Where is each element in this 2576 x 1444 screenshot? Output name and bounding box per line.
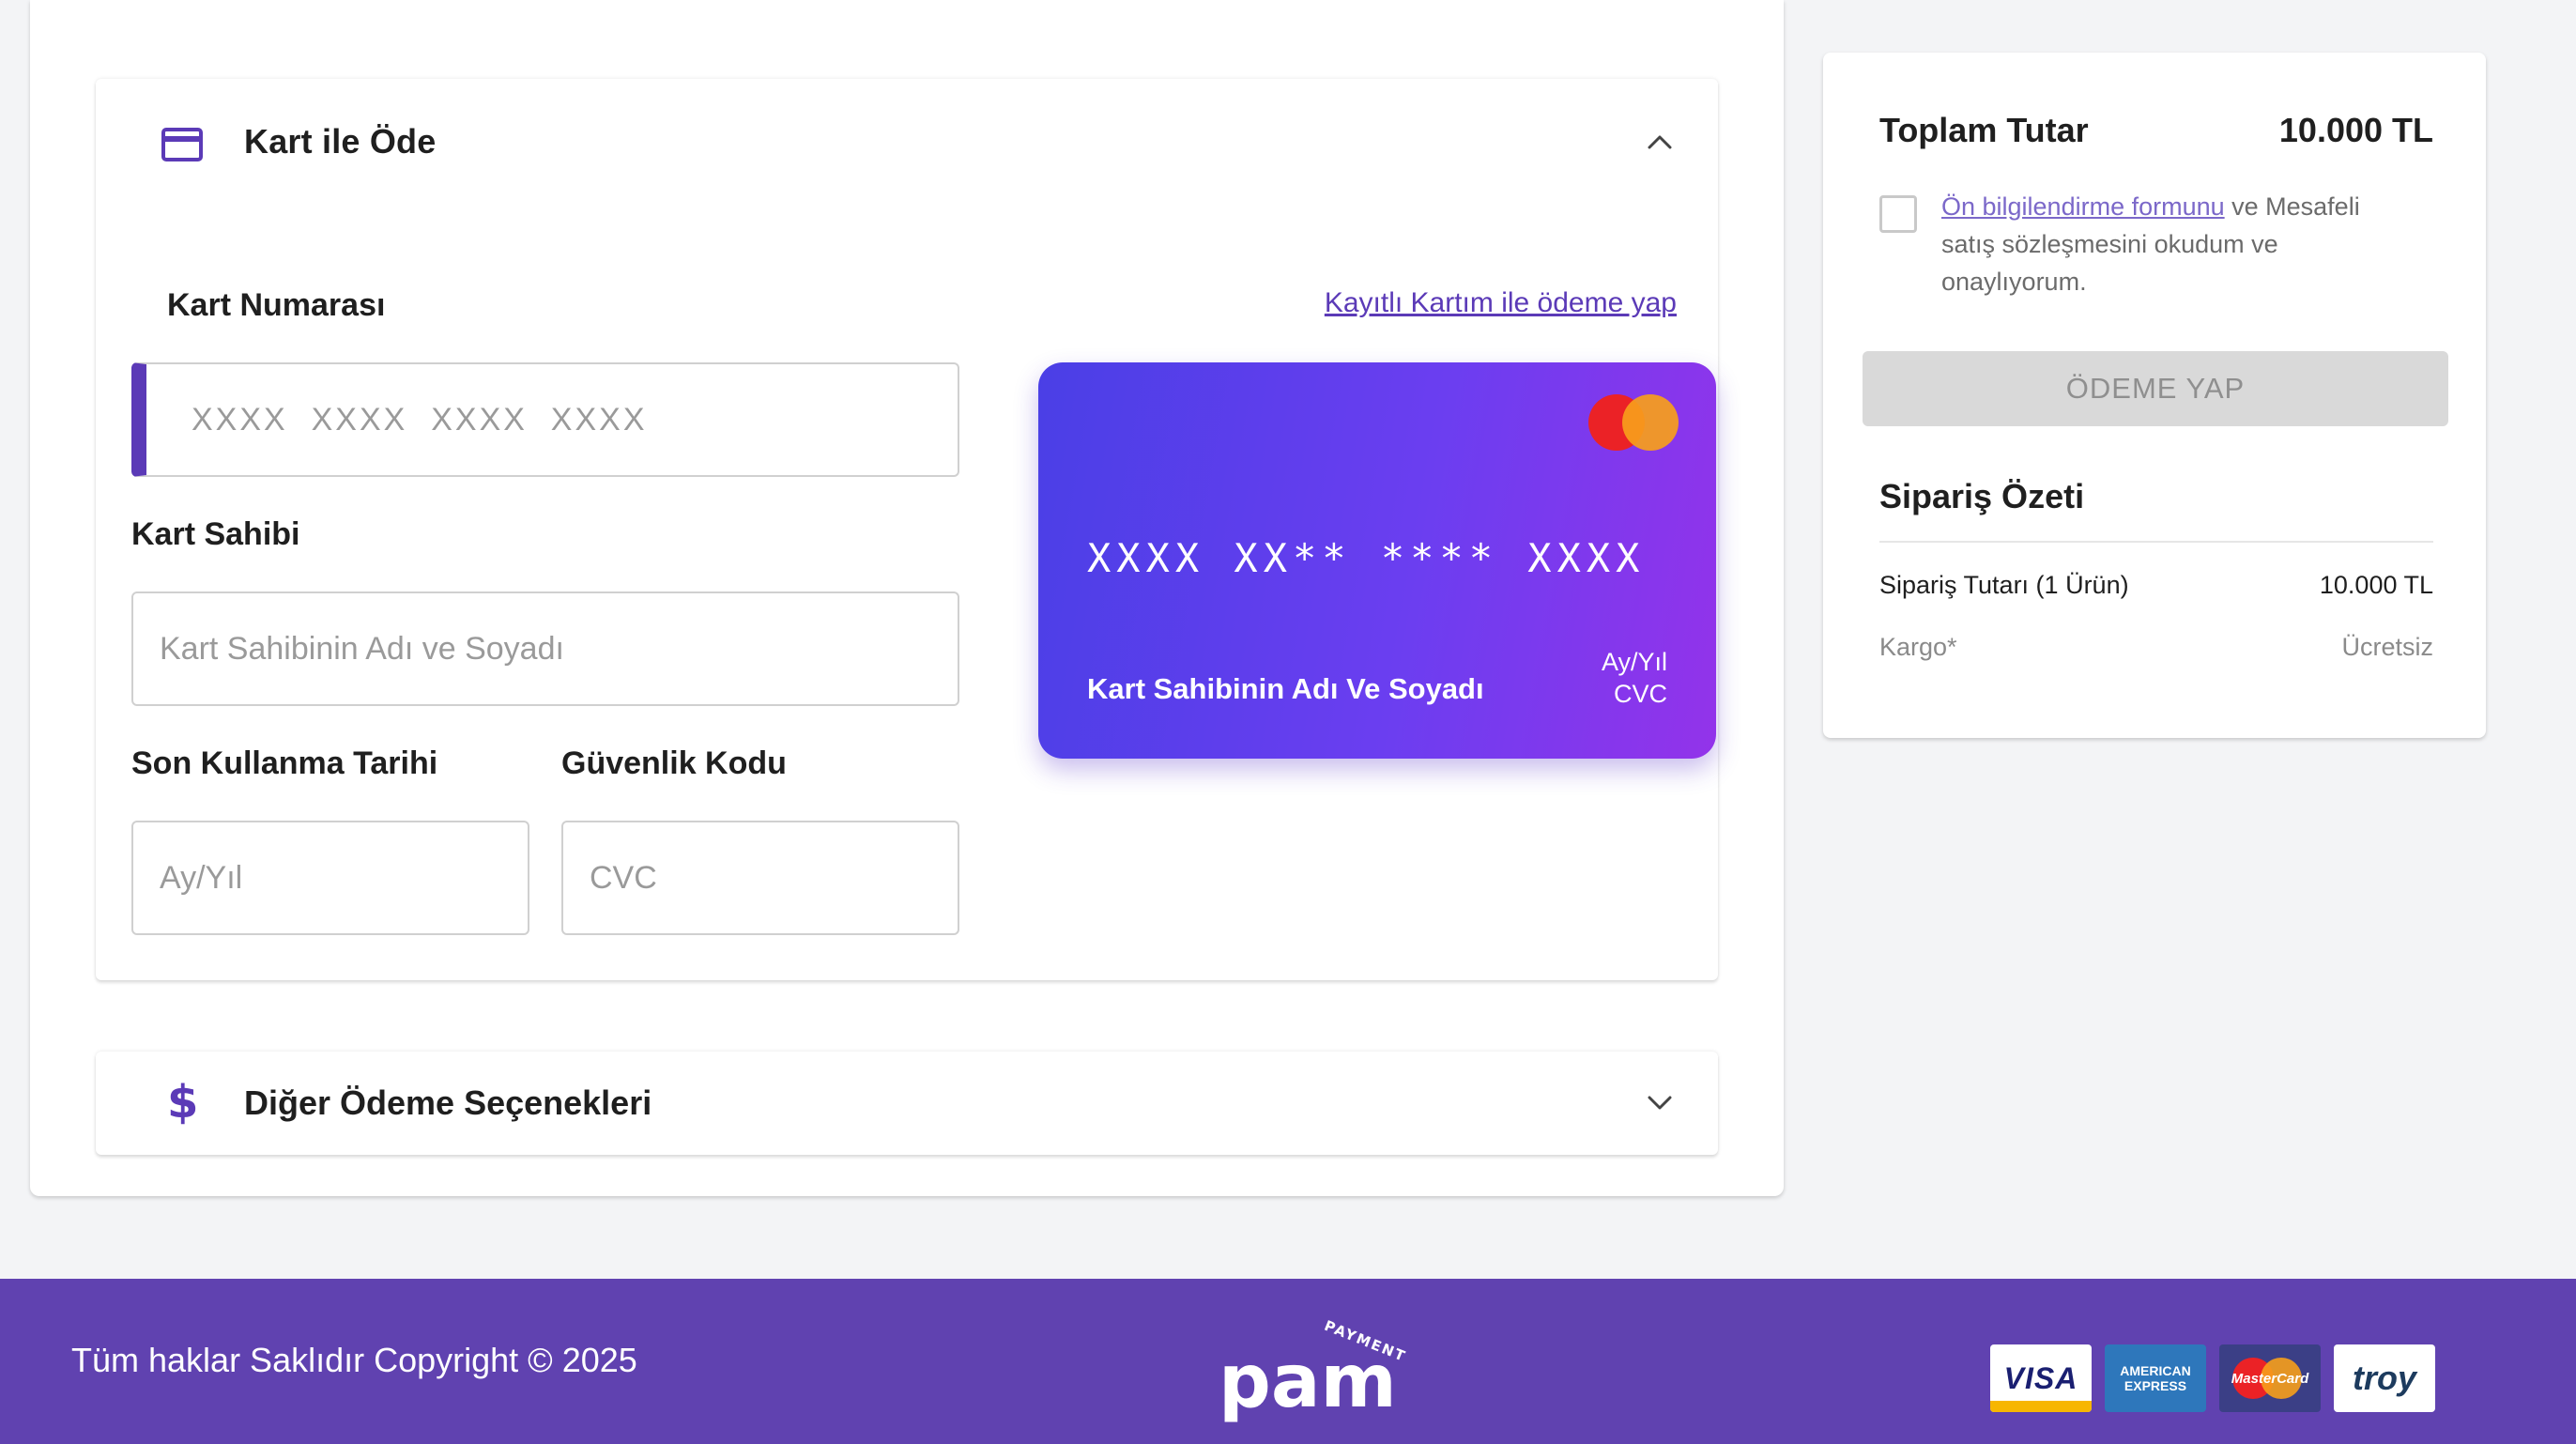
terms-text: Ön bilgilendirme formunu ve Mesafeli sat… — [1941, 188, 2411, 300]
order-amount-value: 10.000 TL — [2319, 571, 2433, 599]
credit-card-icon — [161, 128, 203, 161]
card-preview-expiry: Ay/Yıl — [1601, 648, 1667, 676]
payment-logos: VISA AMERICAN EXPRESS MasterCard troy — [1990, 1344, 2435, 1412]
total-label: Toplam Tutar — [1879, 111, 2089, 149]
card-holder-label: Kart Sahibi — [131, 516, 300, 552]
amex-icon: AMERICAN EXPRESS — [2105, 1344, 2206, 1412]
troy-icon: troy — [2334, 1344, 2435, 1412]
dollar-icon: $ — [167, 1076, 199, 1129]
other-payment-section[interactable]: $ Diğer Ödeme Seçenekleri — [96, 1052, 1718, 1155]
order-summary-title: Sipariş Özeti — [1879, 477, 2085, 515]
card-preview-holder: Kart Sahibinin Adı Ve Soyadı — [1087, 672, 1484, 705]
visa-icon: VISA — [1990, 1344, 2092, 1412]
copyright-text: Tüm haklar Saklıdır Copyright © 2025 — [71, 1341, 637, 1379]
pam-payment-logo: pam PAYMENT — [1219, 1317, 1408, 1424]
card-holder-input[interactable] — [131, 591, 959, 706]
cvc-input[interactable] — [561, 821, 959, 935]
card-number-label: Kart Numarası — [167, 287, 386, 323]
footer: Tüm haklar Saklıdır Copyright © 2025 pam… — [0, 1279, 2576, 1444]
expiry-input[interactable] — [131, 821, 529, 935]
card-number-input[interactable] — [131, 362, 959, 477]
chevron-down-icon[interactable] — [1647, 1095, 1673, 1112]
expiry-label: Son Kullanma Tarihi — [131, 745, 438, 781]
card-payment-header[interactable]: Kart ile Öde — [96, 79, 1718, 214]
other-payment-title: Diğer Ödeme Seçenekleri — [244, 1083, 652, 1122]
shipping-value: Ücretsiz — [2341, 633, 2433, 661]
saved-card-link[interactable]: Kayıtlı Kartım ile ödeme yap — [1325, 287, 1677, 319]
svg-text:pam: pam — [1219, 1340, 1397, 1424]
mastercard-logo-icon: MasterCard — [2219, 1344, 2321, 1412]
card-preview-cvc: CVC — [1613, 680, 1667, 708]
terms-link[interactable]: Ön bilgilendirme formunu — [1941, 192, 2225, 221]
order-summary-panel: Toplam Tutar 10.000 TL Ön bilgilendirme … — [1823, 53, 2486, 738]
chevron-up-icon[interactable] — [1647, 133, 1673, 150]
terms-checkbox[interactable] — [1879, 195, 1917, 233]
divider — [1879, 541, 2433, 543]
card-preview-number: XXXX XX** **** XXXX — [1087, 535, 1646, 581]
card-preview: XXXX XX** **** XXXX Kart Sahibinin Adı V… — [1038, 362, 1716, 759]
payment-panel: Kart ile Öde Kart Numarası Kayıtlı Kartı… — [30, 0, 1784, 1196]
mastercard-icon — [1588, 394, 1679, 451]
pay-button[interactable]: ÖDEME YAP — [1863, 351, 2448, 426]
cvc-label: Güvenlik Kodu — [561, 745, 787, 781]
card-payment-title: Kart ile Öde — [244, 122, 437, 161]
order-amount-label: Sipariş Tutarı (1 Ürün) — [1879, 571, 2129, 599]
shipping-label: Kargo* — [1879, 633, 1957, 661]
card-payment-section: Kart ile Öde Kart Numarası Kayıtlı Kartı… — [96, 79, 1718, 980]
total-value: 10.000 TL — [2278, 111, 2433, 149]
